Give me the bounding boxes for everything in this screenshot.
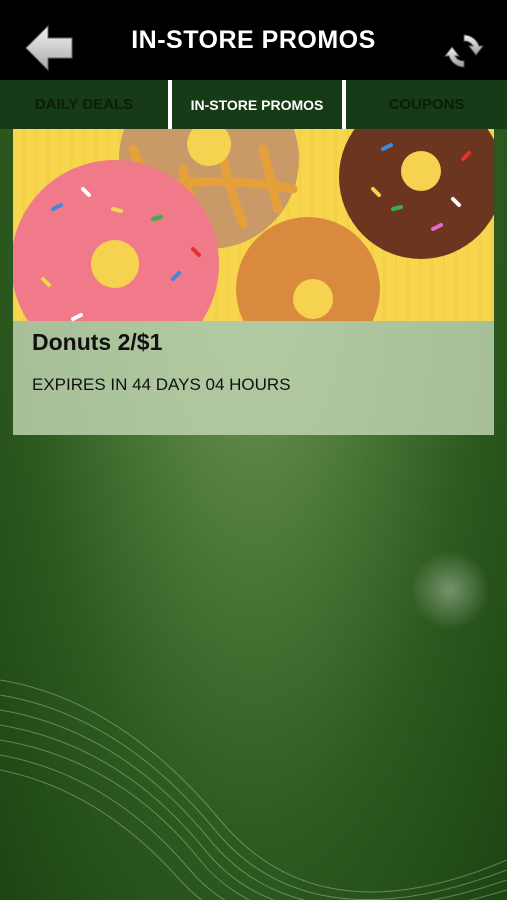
back-arrow-icon[interactable] — [22, 24, 78, 76]
promo-card[interactable]: Donuts 2/$1 EXPIRES IN 44 DAYS 04 HOURS — [13, 129, 494, 435]
donuts-image — [13, 129, 494, 321]
tab-daily-deals[interactable]: DAILY DEALS — [0, 80, 172, 129]
background-waves — [0, 679, 507, 900]
tab-coupons[interactable]: COUPONS — [346, 80, 507, 129]
promo-info: Donuts 2/$1 EXPIRES IN 44 DAYS 04 HOURS — [13, 321, 494, 435]
refresh-icon[interactable] — [443, 30, 485, 72]
page-title: IN-STORE PROMOS — [131, 25, 376, 54]
tab-bar: DAILY DEALS IN-STORE PROMOS COUPONS — [0, 80, 507, 129]
promo-title: Donuts 2/$1 — [32, 329, 163, 355]
background-glow — [410, 550, 490, 630]
tab-in-store-promos[interactable]: IN-STORE PROMOS — [172, 80, 346, 129]
promo-expiry: EXPIRES IN 44 DAYS 04 HOURS — [32, 375, 291, 394]
top-bar: IN-STORE PROMOS — [0, 0, 507, 80]
